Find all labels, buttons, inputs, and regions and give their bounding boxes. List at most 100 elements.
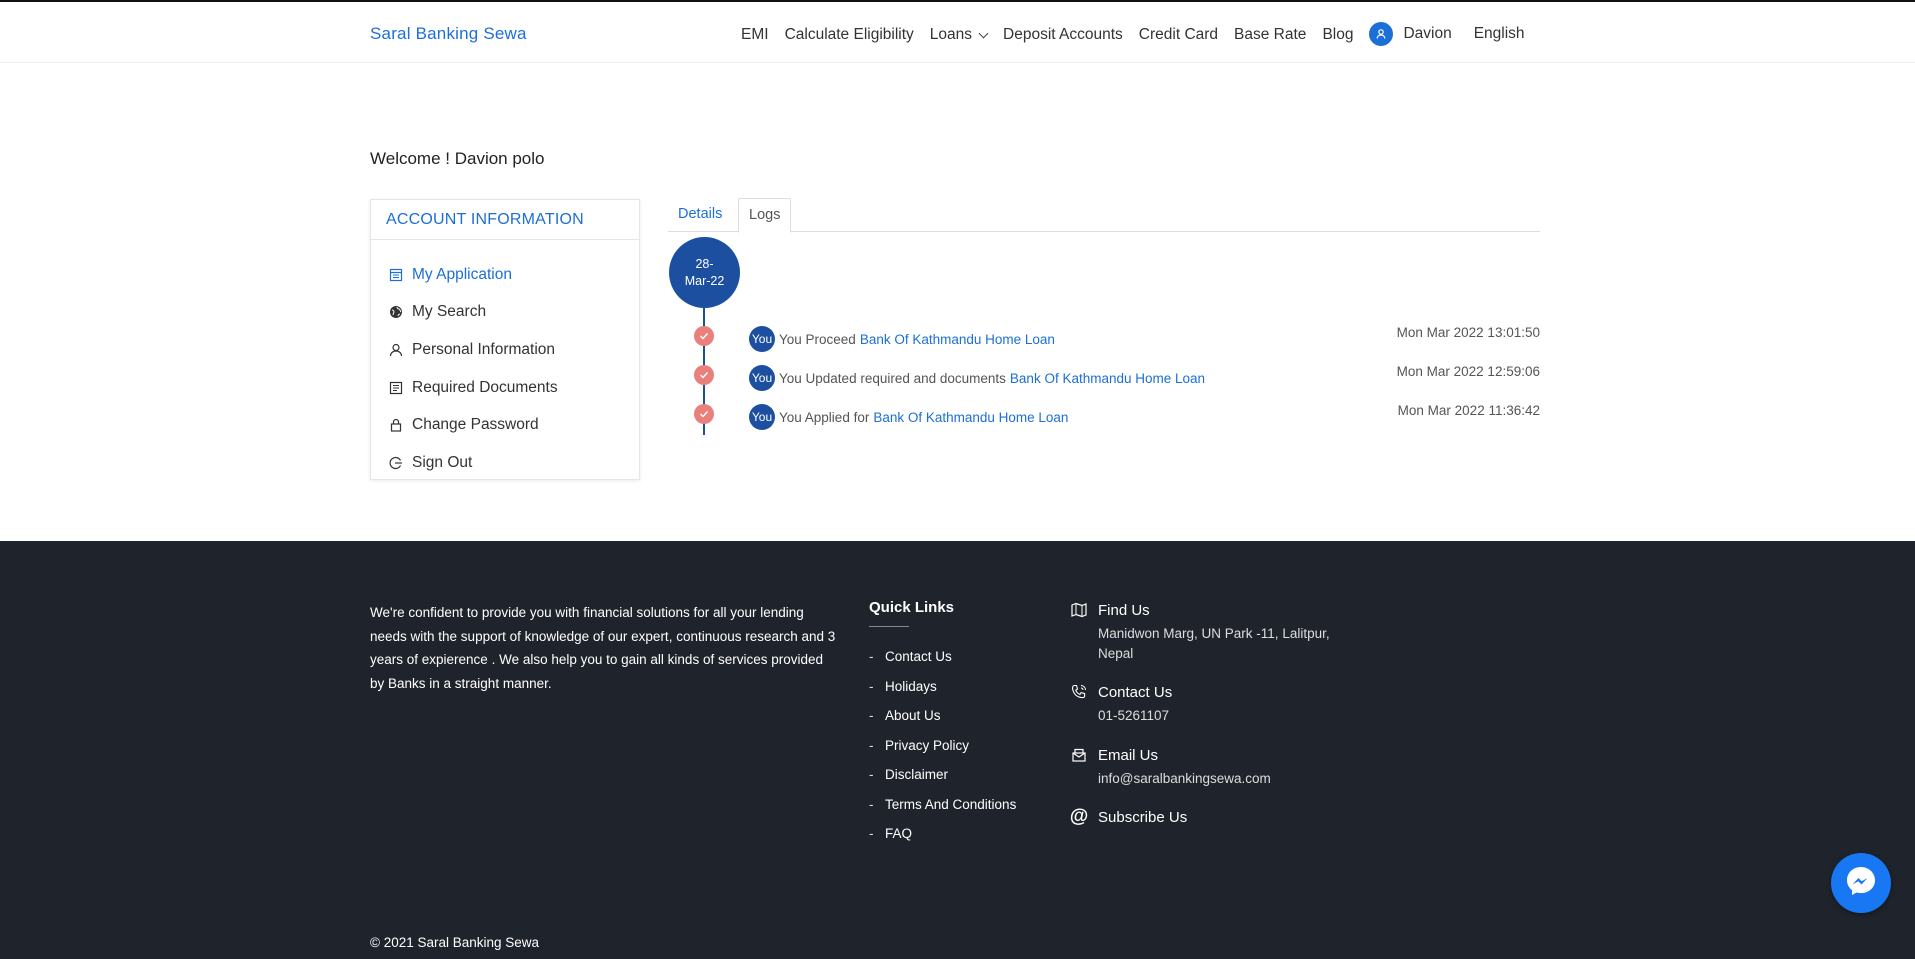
contact-us-title: Contact Us — [1098, 683, 1173, 701]
sidebar-item-label: Change Password — [412, 416, 539, 434]
user-icon — [388, 342, 404, 358]
sidebar-item-my-search[interactable]: My Search — [371, 294, 639, 332]
quick-link-faq[interactable]: - FAQ — [869, 826, 1016, 856]
dash: - — [869, 796, 874, 812]
find-us-block: Find Us Manidwon Marg, UN Park -11, Lali… — [1070, 601, 1330, 664]
log-link[interactable]: Bank Of Kathmandu Home Loan — [873, 410, 1068, 425]
site-footer: We're confident to provide you with fina… — [0, 541, 1915, 959]
at-sign-icon: @ — [1069, 806, 1089, 827]
language-selector[interactable]: English — [1474, 25, 1525, 43]
nav-base-rate[interactable]: Base Rate — [1234, 26, 1306, 44]
nav-loans-label: Loans — [929, 26, 973, 43]
tab-logs[interactable]: Logs — [738, 198, 792, 233]
application-icon — [388, 267, 404, 283]
date-day: 28- — [695, 257, 714, 271]
mail-icon — [1070, 746, 1088, 764]
log-time: Mon Mar 2022 13:01:50 — [1396, 325, 1540, 340]
nav-deposit-accounts[interactable]: Deposit Accounts — [1003, 26, 1123, 44]
log-link[interactable]: Bank Of Kathmandu Home Loan — [1010, 371, 1205, 386]
quick-link-label: FAQ — [885, 826, 913, 841]
contact-email[interactable]: info@saralbankingsewa.com — [1098, 769, 1271, 789]
log-text: You Applied for — [779, 409, 870, 425]
nav-emi[interactable]: EMI — [741, 26, 769, 44]
sidebar-item-label: Required Documents — [412, 378, 558, 396]
check-icon — [694, 404, 714, 424]
quick-link-disclaimer[interactable]: - Disclaimer — [869, 767, 1016, 797]
sidebar-item-label: Personal Information — [412, 340, 556, 358]
globe-icon — [388, 304, 404, 320]
you-badge: You — [749, 326, 775, 352]
sidebar-item-change-password[interactable]: Change Password — [371, 406, 639, 444]
log-text: You Proceed — [779, 331, 856, 347]
tab-details[interactable]: Details — [668, 198, 732, 232]
contact-phone[interactable]: 01-5261107 — [1098, 706, 1172, 726]
address-line-2: Nepal — [1098, 646, 1134, 661]
dash: - — [869, 708, 874, 723]
you-badge: You — [749, 365, 775, 391]
check-icon — [694, 365, 714, 385]
dash: - — [869, 649, 874, 664]
quick-links-title: Quick Links — [869, 599, 955, 616]
find-us-title: Find Us — [1098, 601, 1150, 619]
subscribe-block[interactable]: @ Subscribe Us — [1069, 806, 1188, 827]
dash: - — [869, 767, 874, 782]
main-nav: EMI Calculate Eligibility Loans Deposit … — [741, 22, 1541, 46]
timeline-date-badge: 28- Mar-22 — [669, 237, 740, 308]
sidebar-item-required-documents[interactable]: Required Documents — [371, 369, 639, 407]
quick-link-label: Privacy Policy — [885, 737, 970, 753]
brand-logo[interactable]: Saral Banking Sewa — [370, 24, 527, 44]
quick-link-terms[interactable]: - Terms And Conditions — [869, 797, 1016, 827]
email-us-block: Email Us info@saralbankingsewa.com — [1070, 746, 1271, 789]
nav-calculate-eligibility[interactable]: Calculate Eligibility — [785, 26, 914, 44]
subscribe-title: Subscribe Us — [1098, 808, 1188, 826]
log-entry: You You Updated required and documents B… — [749, 364, 1540, 392]
quick-links-list: - Contact Us - Holidays - About Us - Privacy… — [869, 649, 1016, 856]
sidebar-item-personal-information[interactable]: Personal Information — [371, 331, 639, 369]
nav-credit-card[interactable]: Credit Card — [1139, 26, 1218, 44]
user-menu[interactable]: Davion — [1369, 22, 1452, 46]
copyright: © 2021 Saral Banking Sewa — [370, 935, 540, 950]
log-time: Mon Mar 2022 11:36:42 — [1397, 403, 1540, 418]
application-tabs: Details Logs — [668, 198, 1540, 233]
quick-link-label: Holidays — [885, 678, 937, 694]
user-icon — [1369, 22, 1394, 46]
dash: - — [869, 826, 874, 841]
sidebar-item-my-application[interactable]: My Application — [371, 256, 639, 294]
phone-icon — [1070, 683, 1088, 701]
quick-link-label: Disclaimer — [885, 767, 949, 782]
messenger-icon — [1843, 863, 1879, 904]
log-link[interactable]: Bank Of Kathmandu Home Loan — [860, 332, 1055, 347]
quick-link-label: Contact Us — [885, 649, 952, 664]
quick-link-label: Terms And Conditions — [885, 796, 1017, 812]
footer-about-text: We're confident to provide you with fina… — [370, 605, 836, 691]
dash: - — [869, 678, 874, 694]
nav-loans[interactable]: Loans — [929, 26, 989, 44]
nav-blog[interactable]: Blog — [1322, 26, 1353, 44]
user-name: Davion — [1403, 25, 1452, 42]
check-icon — [694, 326, 714, 346]
document-icon — [388, 380, 404, 396]
sidebar-title: ACCOUNT INFORMATION — [371, 200, 639, 240]
log-time: Mon Mar 2022 12:59:06 — [1396, 364, 1540, 379]
lock-icon — [388, 417, 404, 433]
log-text: You Updated required and documents — [779, 370, 1006, 386]
email-us-title: Email Us — [1098, 746, 1159, 764]
welcome-message: Welcome ! Davion polo — [370, 149, 545, 168]
sign-out-icon — [388, 455, 404, 471]
quick-link-about-us[interactable]: - About Us — [869, 708, 1016, 738]
quick-link-label: About Us — [885, 708, 941, 723]
quick-link-privacy-policy[interactable]: - Privacy Policy — [869, 738, 1016, 768]
sidebar-item-sign-out[interactable]: Sign Out — [371, 444, 639, 482]
messenger-chat-button[interactable] — [1831, 853, 1891, 913]
date-month-year: Mar-22 — [684, 274, 725, 288]
map-icon — [1070, 601, 1088, 619]
sidebar-item-label: My Application — [412, 265, 512, 283]
contact-us-block: Contact Us 01-5261107 — [1070, 683, 1172, 726]
quick-link-holidays[interactable]: - Holidays — [869, 679, 1016, 709]
address-line-1: Manidwon Marg, UN Park -11, Lalitpur, — [1098, 626, 1330, 641]
sidebar-item-label: Sign Out — [412, 453, 473, 471]
dash: - — [869, 737, 874, 753]
quick-links-divider — [869, 626, 909, 627]
quick-link-contact-us[interactable]: - Contact Us — [869, 649, 1016, 679]
sidebar-item-label: My Search — [412, 303, 487, 321]
